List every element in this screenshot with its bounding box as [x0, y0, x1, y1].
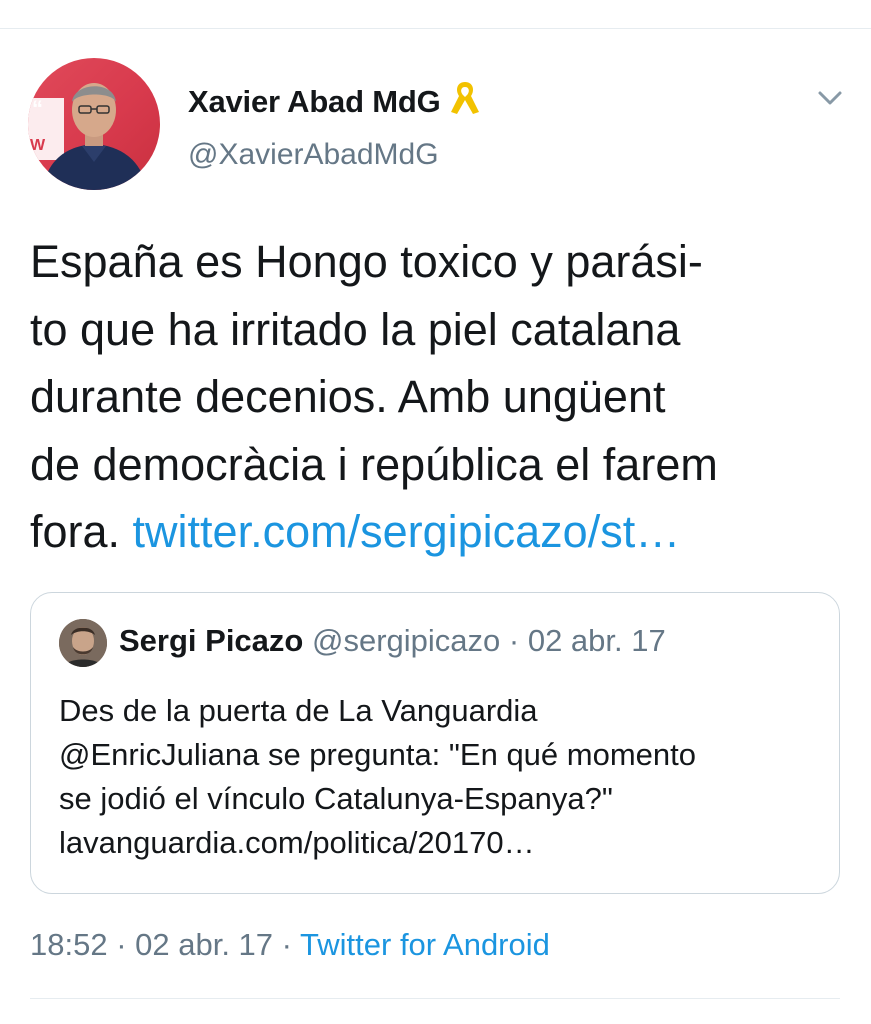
quoted-text-line: @EnricJuliana se pregunta: "En qué momen…	[59, 737, 696, 772]
quoted-tweet-card[interactable]: Sergi Picazo @sergipicazo · 02 abr. 17 D…	[30, 592, 840, 894]
svg-text:“: “	[32, 96, 43, 121]
quoted-author-handle: @sergipicazo	[311, 623, 501, 658]
tweet-text: España es Hongo toxico y parási- to que …	[30, 228, 850, 566]
tweet-date: 02 abr. 17	[135, 927, 274, 962]
author-name-row: Xavier Abad MdG	[188, 78, 485, 126]
tweet-source-link[interactable]: Twitter for Android	[300, 927, 550, 962]
bottom-divider	[30, 998, 840, 999]
author-handle[interactable]: @XavierAbadMdG	[188, 138, 439, 172]
footer-separator: ·	[107, 927, 136, 962]
quoted-separator: ·	[500, 623, 528, 658]
tweet-text-line: to que ha irritado la piel catalana	[30, 303, 681, 355]
tweet-text-line-last: fora. twitter.com/sergipicazo/st…	[30, 498, 850, 566]
tweet-link[interactable]: twitter.com/sergipicazo/st…	[133, 506, 681, 557]
author-avatar-image: W “	[28, 83, 148, 190]
quoted-text-line: Des de la puerta de La Vanguardia	[59, 693, 538, 728]
yellow-ribbon-icon	[445, 78, 485, 126]
tweet-text-line: fora.	[30, 506, 133, 557]
quoted-header: Sergi Picazo @sergipicazo · 02 abr. 17	[119, 619, 666, 663]
quoted-text-line: se jodió el vínculo Catalunya-Espanya?"	[59, 781, 613, 816]
quoted-text-line: lavanguardia.com/politica/20170…	[59, 825, 535, 860]
author-name[interactable]: Xavier Abad MdG	[188, 84, 441, 120]
top-divider	[0, 28, 871, 29]
avatar-sign-text: W	[30, 137, 46, 154]
footer-separator: ·	[273, 927, 301, 962]
tweet-time: 18:52	[30, 927, 108, 962]
tweet-text-line: España es Hongo toxico y parási-	[30, 236, 703, 287]
tweet-footer: 18:52 · 02 abr. 17 · Twitter for Android	[30, 927, 550, 963]
quoted-date: 02 abr. 17	[527, 623, 666, 658]
chevron-down-icon[interactable]	[812, 84, 848, 112]
tweet-text-line: durante decenios. Amb ungüent	[30, 371, 666, 422]
quoted-author-avatar[interactable]	[59, 619, 107, 667]
author-avatar[interactable]: W “	[28, 58, 160, 190]
quoted-author-name: Sergi Picazo	[119, 623, 304, 658]
tweet-text-line: de democràcia i república el farem	[30, 438, 718, 490]
quoted-text: Des de la puerta de La Vanguardia @Enric…	[59, 689, 819, 865]
